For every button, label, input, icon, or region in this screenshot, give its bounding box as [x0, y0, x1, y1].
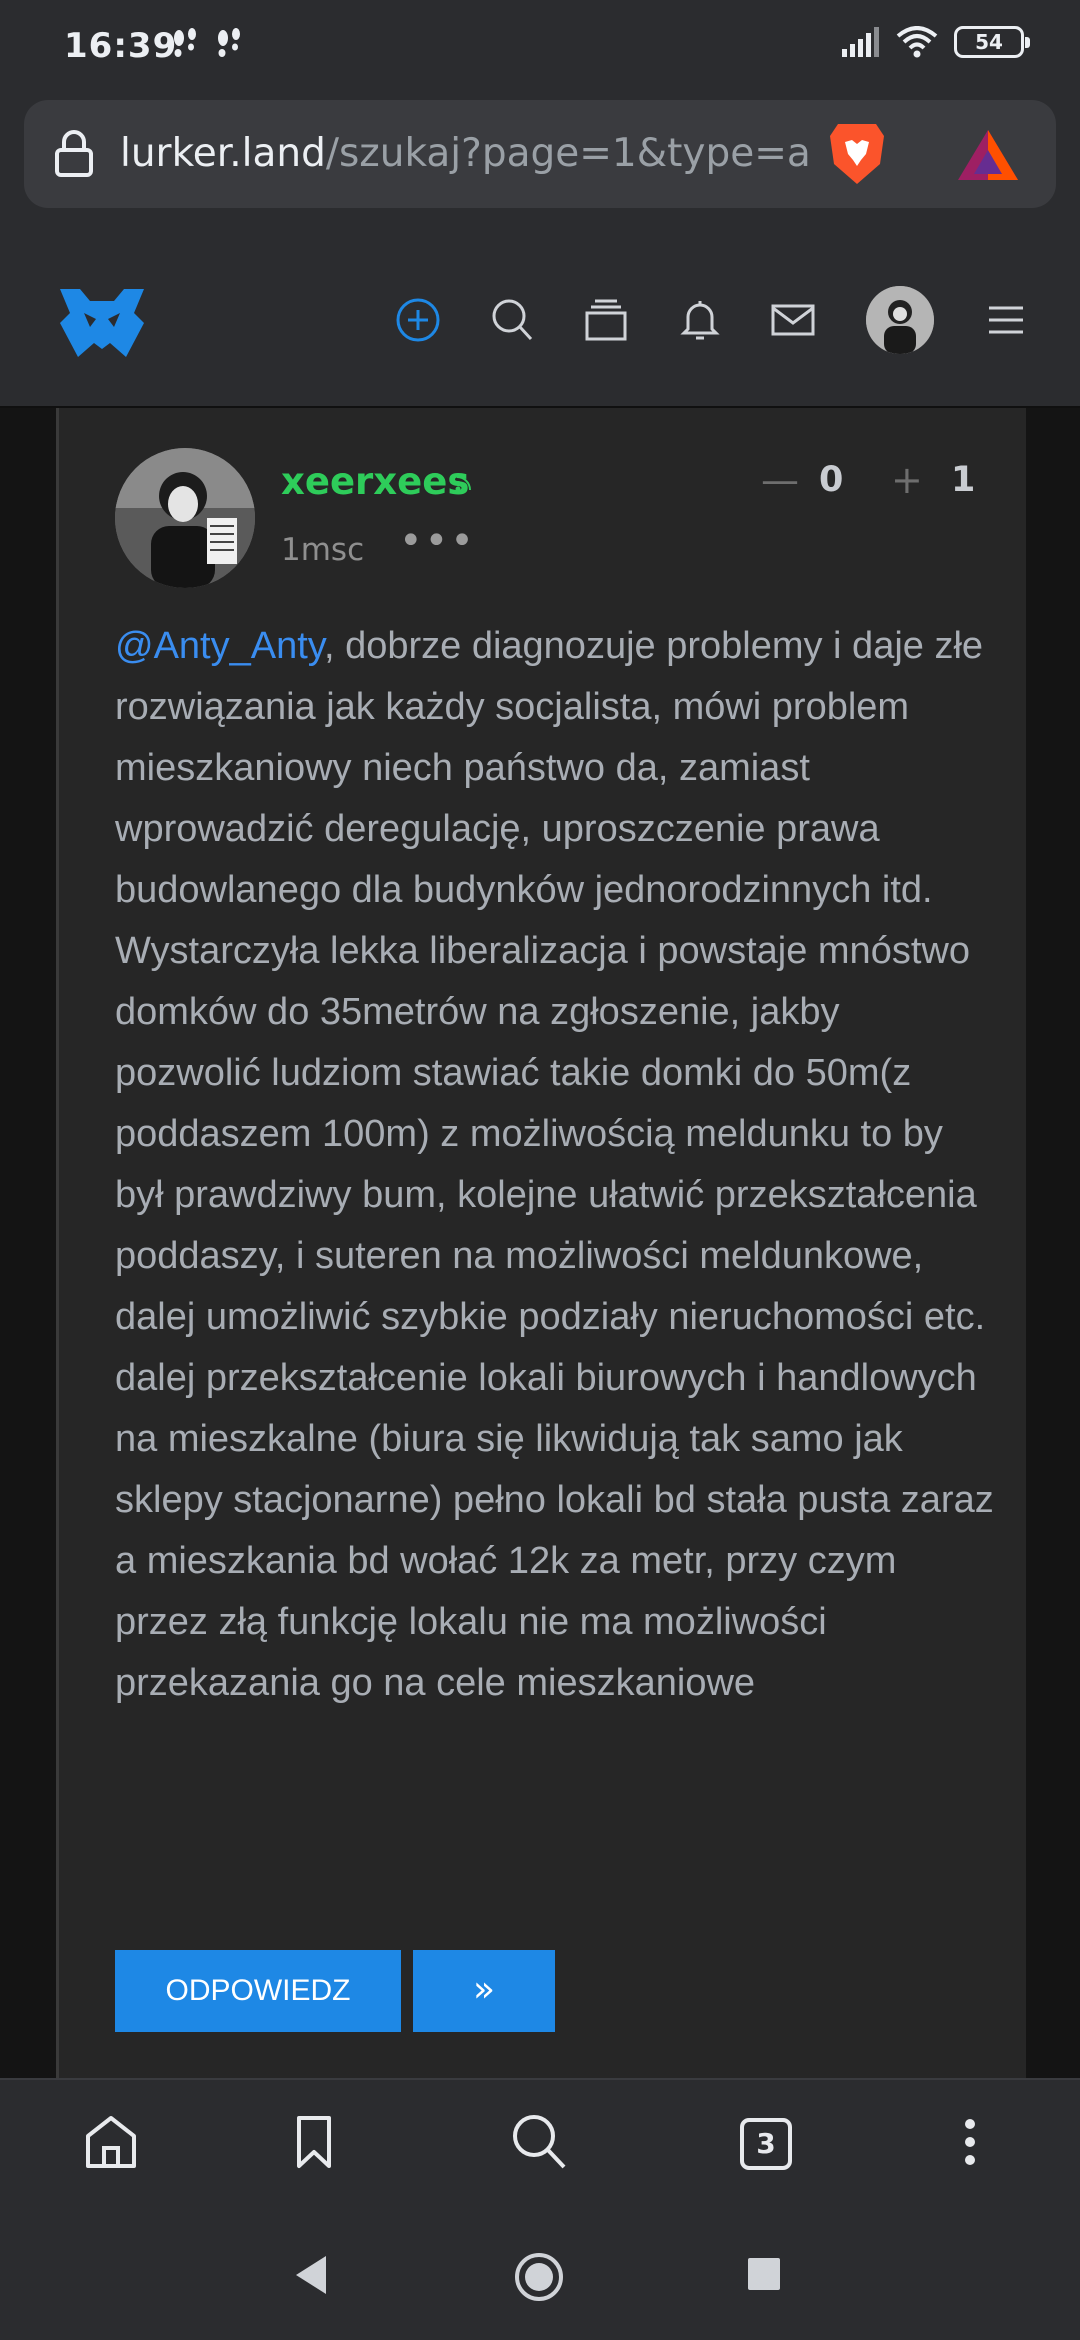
wifi-icon — [896, 26, 938, 58]
kebab-menu-icon[interactable] — [958, 2112, 982, 2172]
search-icon[interactable] — [510, 2112, 568, 2172]
reply-button[interactable]: ODPOWIEDZ — [115, 1950, 401, 2032]
screen: 16:39 54 lurker.land/szukaj?page=1&type=… — [0, 0, 1080, 2340]
footprint-icon — [218, 28, 240, 57]
system-icons: 54 — [840, 26, 1030, 58]
browser-bar: lurker.land/szukaj?page=1&type=a — [0, 96, 1080, 231]
url-path: /szukaj?page=1&type=a — [325, 131, 811, 176]
footprint-icon — [174, 28, 196, 57]
brave-shield-icon[interactable] — [826, 120, 888, 188]
more-options-icon[interactable]: ••• — [399, 518, 476, 564]
mention-link[interactable]: @Anty_Anty — [115, 625, 324, 667]
status-time: 16:39 — [64, 26, 178, 66]
stack-icon[interactable] — [584, 297, 628, 343]
upvote-button[interactable]: + — [891, 458, 923, 502]
site-header — [0, 231, 1080, 408]
lock-icon — [55, 130, 93, 177]
comment-body: @Anty_Anty, dobrze diagnozuje problemy i… — [115, 616, 995, 1714]
url-text[interactable]: lurker.land/szukaj?page=1&type=a — [120, 124, 820, 184]
signal-icon — [842, 27, 879, 57]
lurker-logo-icon[interactable] — [56, 283, 148, 363]
system-nav-bar — [0, 2212, 1080, 2340]
downvote-button[interactable]: — — [761, 458, 799, 502]
tabs-icon[interactable]: 3 — [740, 2118, 792, 2170]
post-time: 1msc — [281, 532, 365, 568]
bat-rewards-icon[interactable] — [956, 126, 1020, 184]
address-bar[interactable]: lurker.land/szukaj?page=1&type=a — [24, 100, 1056, 208]
add-icon[interactable] — [395, 297, 441, 343]
browser-toolbar: 3 — [0, 2078, 1080, 2212]
back-icon[interactable] — [292, 2250, 332, 2300]
username[interactable]: xeerxees — [281, 460, 469, 503]
notification-icons — [170, 28, 244, 62]
battery-icon: 54 — [954, 26, 1030, 58]
bookmark-icon[interactable] — [294, 2112, 334, 2172]
upvote-count: 1 — [951, 460, 976, 500]
comment-text: , dobrze diagnozuje problemy i daje złe … — [115, 625, 994, 1704]
url-host: lurker.land — [120, 131, 326, 176]
downvote-count: 0 — [819, 460, 844, 500]
bell-icon[interactable] — [680, 297, 720, 343]
avatar[interactable] — [866, 286, 934, 354]
comment-card: xeerxees 1msc ••• — 0 + 1 @Anty_Anty, do… — [56, 408, 1026, 2078]
avatar[interactable] — [115, 448, 255, 588]
search-icon[interactable] — [490, 297, 534, 343]
expand-button[interactable]: » — [413, 1950, 555, 2032]
recents-icon[interactable] — [744, 2250, 784, 2300]
status-bar: 16:39 54 — [0, 0, 1080, 96]
home-icon[interactable] — [84, 2112, 138, 2172]
rss-icon — [455, 476, 471, 492]
menu-icon[interactable] — [986, 297, 1026, 343]
home-circle-icon[interactable] — [512, 2250, 566, 2304]
mail-icon[interactable] — [770, 297, 816, 343]
